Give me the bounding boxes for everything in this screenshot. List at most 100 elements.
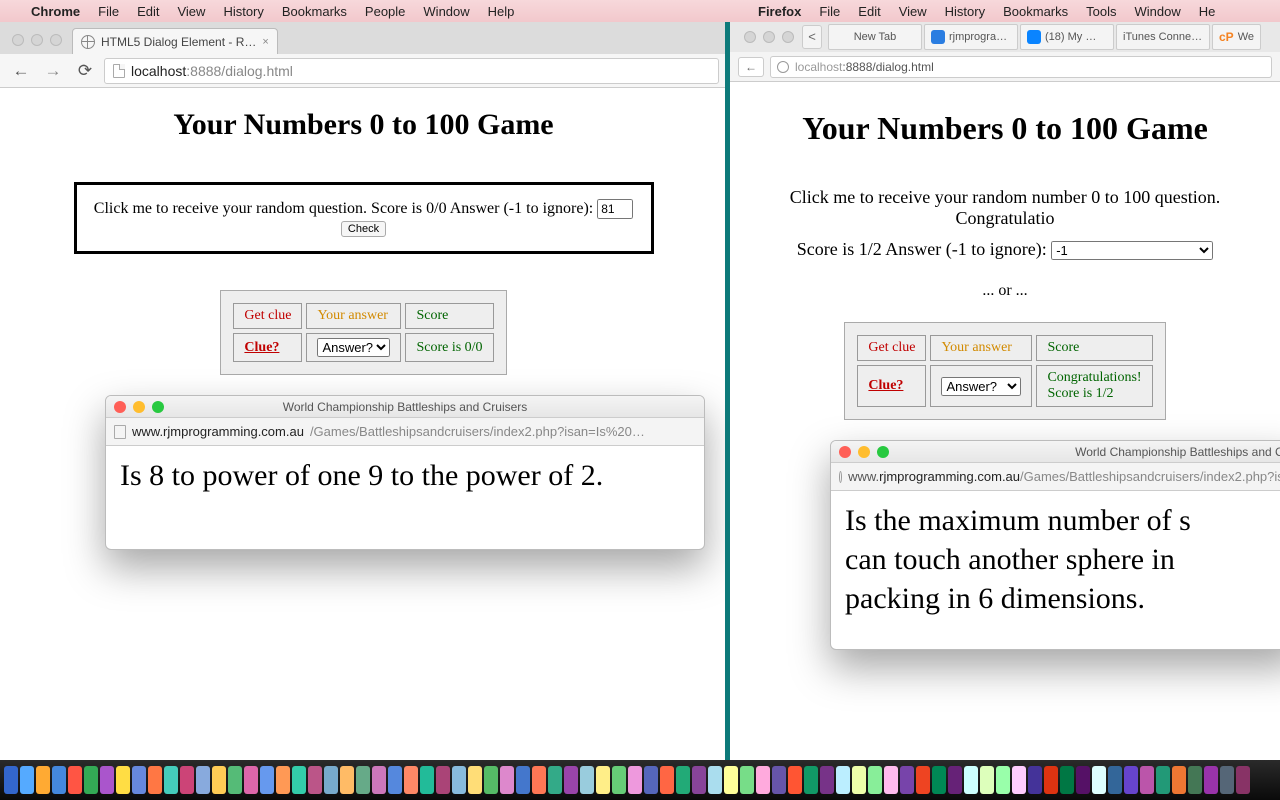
clue-link[interactable]: Clue? [233, 333, 302, 362]
menu-tools[interactable]: Tools [1077, 4, 1125, 19]
url-input[interactable]: localhost:8888/dialog.html [104, 58, 719, 84]
dock-app-icon[interactable] [372, 766, 386, 794]
mac-dock[interactable] [0, 760, 1280, 800]
dock-app-icon[interactable] [68, 766, 82, 794]
answer-select[interactable]: Answer? [941, 377, 1021, 396]
browser-tab[interactable]: iTunes Conne… [1116, 24, 1210, 50]
answer-select[interactable]: Answer? [317, 338, 390, 357]
back-button[interactable]: < [802, 25, 822, 49]
dock-app-icon[interactable] [884, 766, 898, 794]
back-button[interactable]: ← [738, 57, 764, 77]
browser-tab[interactable]: HTML5 Dialog Element - R… × [72, 28, 278, 54]
dock-app-icon[interactable] [276, 766, 290, 794]
dock-app-icon[interactable] [388, 766, 402, 794]
zoom-icon[interactable] [50, 34, 62, 46]
dock-app-icon[interactable] [1060, 766, 1074, 794]
dock-app-icon[interactable] [36, 766, 50, 794]
browser-tab[interactable]: rjmprogra… [924, 24, 1018, 50]
dock-app-icon[interactable] [308, 766, 322, 794]
dock-app-icon[interactable] [740, 766, 754, 794]
forward-button[interactable]: → [40, 59, 66, 83]
dock-app-icon[interactable] [1236, 766, 1250, 794]
dock-app-icon[interactable] [500, 766, 514, 794]
dock-app-icon[interactable] [1012, 766, 1026, 794]
menu-edit[interactable]: Edit [849, 4, 889, 19]
menu-view[interactable]: View [168, 4, 214, 19]
dock-app-icon[interactable] [436, 766, 450, 794]
dock-app-icon[interactable] [420, 766, 434, 794]
dock-app-icon[interactable] [1188, 766, 1202, 794]
dock-app-icon[interactable] [1140, 766, 1154, 794]
dock-app-icon[interactable] [788, 766, 802, 794]
popup-titlebar[interactable]: World Championship Battleships and Crui [831, 441, 1280, 463]
tab-close-icon[interactable]: × [262, 36, 268, 48]
dock-app-icon[interactable] [932, 766, 946, 794]
menu-history[interactable]: History [936, 4, 994, 19]
popup-url-bar[interactable]: www.rjmprogramming.com.au/Games/Battlesh… [106, 418, 704, 446]
dock-app-icon[interactable] [580, 766, 594, 794]
dock-app-icon[interactable] [900, 766, 914, 794]
clue-link[interactable]: Clue? [857, 365, 926, 407]
menu-window[interactable]: Window [414, 4, 478, 19]
dock-app-icon[interactable] [868, 766, 882, 794]
dock-app-icon[interactable] [852, 766, 866, 794]
dock-app-icon[interactable] [4, 766, 18, 794]
minimize-icon[interactable] [31, 34, 43, 46]
dock-app-icon[interactable] [660, 766, 674, 794]
dock-app-icon[interactable] [676, 766, 690, 794]
menu-bookmarks[interactable]: Bookmarks [994, 4, 1077, 19]
menu-help[interactable]: He [1190, 4, 1225, 19]
dock-app-icon[interactable] [708, 766, 722, 794]
dock-app-icon[interactable] [100, 766, 114, 794]
dock-app-icon[interactable] [964, 766, 978, 794]
dock-app-icon[interactable] [324, 766, 338, 794]
dock-app-icon[interactable] [1044, 766, 1058, 794]
dock-app-icon[interactable] [116, 766, 130, 794]
browser-tab[interactable]: cPWe [1212, 24, 1261, 50]
dock-app-icon[interactable] [836, 766, 850, 794]
menubar-app[interactable]: Chrome [22, 4, 89, 19]
dock-app-icon[interactable] [980, 766, 994, 794]
menu-file[interactable]: File [89, 4, 128, 19]
dock-app-icon[interactable] [260, 766, 274, 794]
dock-app-icon[interactable] [196, 766, 210, 794]
browser-tab[interactable]: (18) My … [1020, 24, 1114, 50]
dock-app-icon[interactable] [1028, 766, 1042, 794]
dock-app-icon[interactable] [1220, 766, 1234, 794]
menu-view[interactable]: View [890, 4, 936, 19]
question-text-line1[interactable]: Click me to receive your random number 0… [746, 187, 1264, 229]
dock-app-icon[interactable] [996, 766, 1010, 794]
dock-app-icon[interactable] [916, 766, 930, 794]
dock-app-icon[interactable] [564, 766, 578, 794]
question-box[interactable]: Click me to receive your random question… [74, 182, 654, 254]
dock-app-icon[interactable] [484, 766, 498, 794]
dock-app-icon[interactable] [244, 766, 258, 794]
dock-app-icon[interactable] [468, 766, 482, 794]
browser-tab[interactable]: New Tab [828, 24, 922, 50]
dock-app-icon[interactable] [1156, 766, 1170, 794]
dock-app-icon[interactable] [804, 766, 818, 794]
menu-window[interactable]: Window [1126, 4, 1190, 19]
dock-app-icon[interactable] [724, 766, 738, 794]
dock-app-icon[interactable] [1124, 766, 1138, 794]
dock-app-icon[interactable] [612, 766, 626, 794]
dock-app-icon[interactable] [772, 766, 786, 794]
dock-app-icon[interactable] [292, 766, 306, 794]
dock-app-icon[interactable] [84, 766, 98, 794]
dock-app-icon[interactable] [212, 766, 226, 794]
dock-app-icon[interactable] [516, 766, 530, 794]
check-button[interactable]: Check [341, 221, 386, 237]
dock-app-icon[interactable] [164, 766, 178, 794]
menu-edit[interactable]: Edit [128, 4, 168, 19]
dock-app-icon[interactable] [820, 766, 834, 794]
popup-url-bar[interactable]: www.rjmprogramming.com.au/Games/Battlesh… [831, 463, 1280, 491]
menu-bookmarks[interactable]: Bookmarks [273, 4, 356, 19]
dock-app-icon[interactable] [52, 766, 66, 794]
dock-app-icon[interactable] [1204, 766, 1218, 794]
dock-app-icon[interactable] [948, 766, 962, 794]
menu-people[interactable]: People [356, 4, 414, 19]
dock-app-icon[interactable] [1172, 766, 1186, 794]
answer-select[interactable]: -1 [1051, 241, 1213, 260]
dock-app-icon[interactable] [356, 766, 370, 794]
dock-app-icon[interactable] [596, 766, 610, 794]
